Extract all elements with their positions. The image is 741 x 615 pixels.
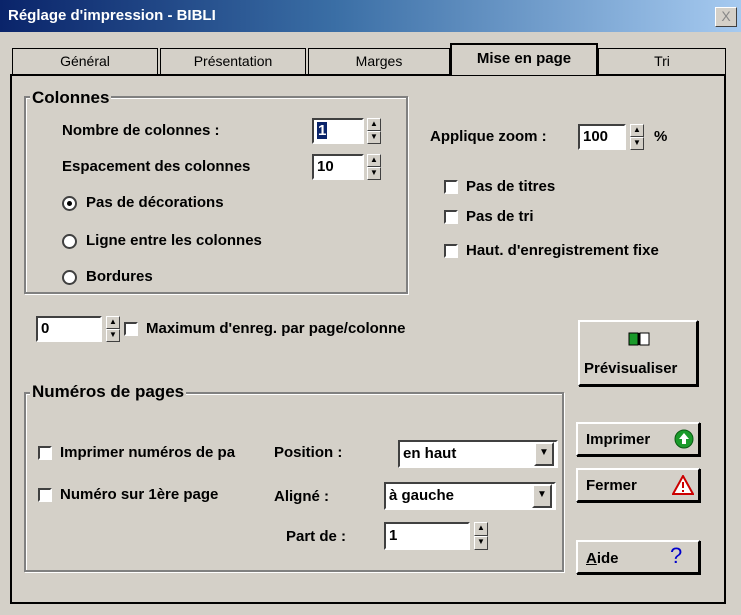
radio-pas-decorations[interactable]: [62, 196, 77, 211]
aide-label-rest: ide: [596, 550, 619, 567]
green-up-arrow-icon: [674, 429, 694, 449]
nombre-colonnes-spinner[interactable]: ▲ ▼: [367, 118, 381, 144]
pas-titres-label: Pas de titres: [466, 178, 556, 195]
imprimer-numeros-label: Imprimer numéros de pa: [60, 444, 236, 461]
chevron-down-icon[interactable]: ▼: [534, 442, 554, 466]
checkbox-numero-premiere[interactable]: [38, 488, 52, 502]
position-label: Position :: [274, 444, 343, 461]
max-enreg-spinner[interactable]: ▲ ▼: [106, 316, 120, 342]
radio-ligne-colonnes[interactable]: [62, 234, 77, 249]
tab-tri[interactable]: Tri: [598, 48, 726, 74]
tab-panel: Colonnes Nombre de colonnes : 1 ▲ ▼ Espac…: [10, 74, 726, 604]
radio-ligne-colonnes-label: Ligne entre les colonnes: [86, 232, 262, 249]
spin-up-icon[interactable]: ▲: [630, 124, 644, 137]
spin-up-icon[interactable]: ▲: [106, 316, 120, 329]
previsualiser-label: Prévisualiser: [584, 360, 678, 377]
spin-down-icon[interactable]: ▼: [367, 167, 381, 180]
checkbox-max-enreg[interactable]: [124, 322, 138, 336]
aide-accelerator: A: [586, 550, 597, 567]
zoom-label: Applique zoom :: [430, 128, 547, 145]
radio-bordures[interactable]: [62, 270, 77, 285]
title-bar: Réglage d'impression - BIBLI X: [0, 0, 741, 32]
window-title: Réglage d'impression - BIBLI: [8, 7, 216, 24]
pas-tri-label: Pas de tri: [466, 208, 534, 225]
aligne-label: Aligné :: [274, 488, 329, 505]
spin-down-icon[interactable]: ▼: [367, 131, 381, 144]
checkbox-imprimer-numeros[interactable]: [38, 446, 52, 460]
spin-down-icon[interactable]: ▼: [630, 137, 644, 150]
spin-up-icon[interactable]: ▲: [474, 522, 488, 536]
radio-pas-decorations-label: Pas de décorations: [86, 194, 224, 211]
haut-fixe-label: Haut. d'enregistrement fixe: [466, 242, 659, 259]
warning-triangle-icon: [671, 473, 695, 495]
max-enreg-input[interactable]: 0: [36, 316, 102, 342]
tab-general[interactable]: Général: [12, 48, 158, 74]
colonnes-legend: Colonnes: [30, 88, 112, 108]
previsualiser-button[interactable]: Prévisualiser: [578, 320, 698, 386]
question-mark-icon: ?: [670, 543, 683, 568]
checkbox-pas-tri[interactable]: [444, 210, 458, 224]
chevron-down-icon[interactable]: ▼: [532, 484, 552, 508]
espacement-input[interactable]: 10: [312, 154, 364, 180]
fermer-label: Fermer: [586, 477, 637, 494]
book-icon: [628, 332, 650, 346]
spin-up-icon[interactable]: ▲: [367, 118, 381, 131]
espacement-label: Espacement des colonnes: [62, 158, 251, 175]
part-de-spinner[interactable]: ▲ ▼: [474, 522, 488, 550]
close-button[interactable]: X: [715, 7, 737, 27]
zoom-unit: %: [654, 128, 668, 145]
zoom-input[interactable]: 100: [578, 124, 626, 150]
zoom-spinner[interactable]: ▲ ▼: [630, 124, 644, 150]
nombre-colonnes-input[interactable]: 1: [312, 118, 364, 144]
max-enreg-label: Maximum d'enreg. par page/colonne: [146, 320, 406, 337]
spin-up-icon[interactable]: ▲: [367, 154, 381, 167]
aide-label: Aide: [586, 550, 619, 567]
checkbox-haut-fixe[interactable]: [444, 244, 458, 258]
spin-down-icon[interactable]: ▼: [474, 536, 488, 550]
nombre-colonnes-label: Nombre de colonnes :: [62, 122, 220, 139]
imprimer-button[interactable]: Imprimer: [576, 422, 700, 456]
espacement-spinner[interactable]: ▲ ▼: [367, 154, 381, 180]
tab-mise-en-page[interactable]: Mise en page: [450, 43, 598, 75]
imprimer-label: Imprimer: [586, 431, 651, 448]
numero-premiere-label: Numéro sur 1ère page: [60, 486, 219, 503]
fermer-button[interactable]: Fermer: [576, 468, 700, 502]
part-de-label: Part de :: [286, 528, 347, 545]
checkbox-pas-titres[interactable]: [444, 180, 458, 194]
aligne-select[interactable]: à gauche: [384, 482, 556, 510]
aide-button[interactable]: Aide ?: [576, 540, 700, 574]
tab-marges[interactable]: Marges: [308, 48, 450, 74]
spin-down-icon[interactable]: ▼: [106, 329, 120, 342]
numeros-legend: Numéros de pages: [30, 382, 187, 402]
selected-value: 1: [317, 122, 328, 139]
tab-presentation[interactable]: Présentation: [160, 48, 306, 74]
part-de-input[interactable]: 1: [384, 522, 470, 550]
radio-bordures-label: Bordures: [86, 268, 153, 285]
